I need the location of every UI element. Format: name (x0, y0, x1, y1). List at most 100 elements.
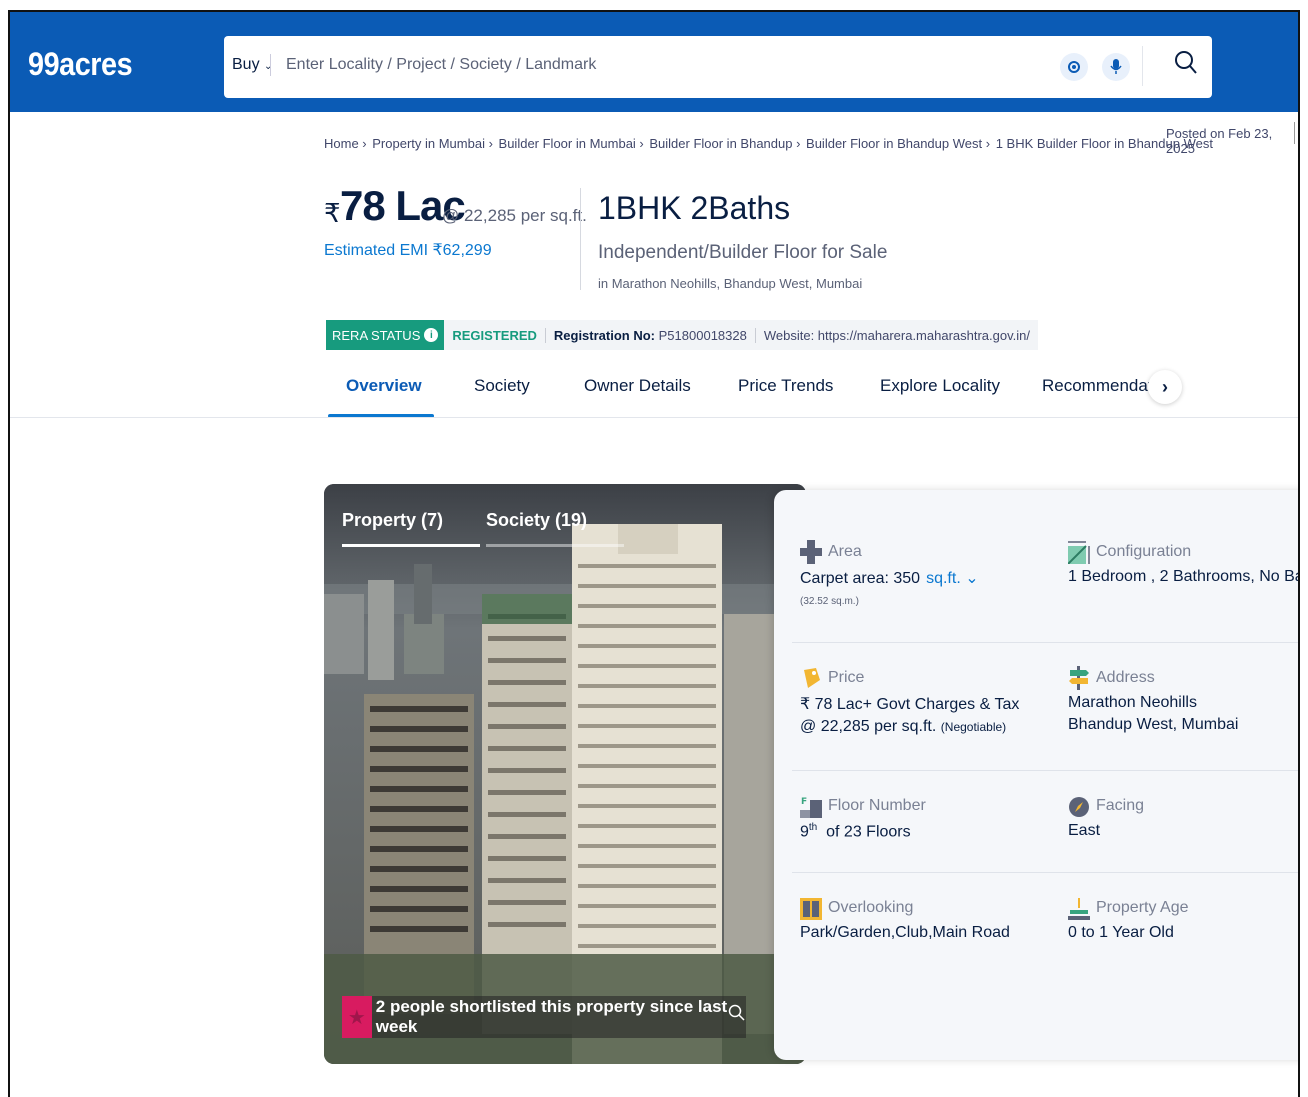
shortlist-banner: ★ 2 people shortlisted this property sin… (342, 996, 746, 1038)
divider (792, 872, 1298, 873)
chevron-down-icon: ⌄ (264, 61, 273, 72)
detail-price-per-sqft: @ 22,285 per sq.ft. (800, 718, 937, 735)
rera-bar: RERA STATUS i REGISTERED Registration No… (326, 320, 1038, 350)
currency-symbol: ₹ (324, 198, 341, 228)
detail-configuration-label: Configuration (1096, 543, 1192, 560)
detail-price-value: ₹ 78 Lac+ Govt Charges & Tax (800, 696, 1020, 713)
detail-configuration: Configuration 1 Bedroom , 2 Bathrooms, N… (1068, 540, 1298, 586)
detail-facing-value: East (1068, 822, 1101, 839)
star-icon: ★ (342, 996, 372, 1038)
breadcrumb-item[interactable]: Property in Mumbai › (372, 136, 493, 151)
breadcrumb-item[interactable]: Builder Floor in Bhandup › (649, 136, 800, 151)
detail-overlooking: Overlooking Park/Garden,Club,Main Road (800, 896, 1010, 942)
detail-facing: Facing East (1068, 794, 1144, 840)
posted-date: Posted on Feb 23, 2025 (1166, 126, 1273, 156)
divider (1294, 122, 1295, 144)
listing-location: in Marathon Neohills, Bhandup West, Mumb… (598, 276, 863, 291)
detail-overlooking-value: Park/Garden,Club,Main Road (800, 924, 1010, 941)
floor-icon: F (800, 797, 822, 818)
detail-price: Price ₹ 78 Lac+ Govt Charges & Tax @ 22,… (800, 666, 1019, 736)
detail-address-line1: Marathon Neohills (1068, 694, 1197, 711)
search-icon[interactable] (1174, 50, 1198, 81)
tab-overview[interactable]: Overview (346, 376, 422, 396)
detail-address-label: Address (1096, 669, 1155, 686)
price-per-sqft: @ 22,285 per sq.ft. (442, 206, 587, 225)
detail-configuration-value: 1 Bedroom , 2 Bathrooms, No Balcony (1068, 568, 1298, 585)
browser-viewport: 99acres Buy ⌄ Enter Locality / Project /… (8, 10, 1300, 1097)
detail-floor-label: Floor Number (828, 797, 926, 814)
breadcrumb-item[interactable]: Builder Floor in Bhandup West › (806, 136, 990, 151)
rera-website[interactable]: Website: https://maharera.maharashtra.go… (754, 327, 1038, 343)
buy-label: Buy (232, 56, 260, 73)
detail-property-age: Property Age 0 to 1 Year Old (1068, 896, 1189, 942)
divider (1142, 46, 1143, 86)
detail-floor-number: 9 (800, 823, 809, 841)
chevron-right-icon[interactable]: › (1148, 370, 1182, 404)
shortlist-text: 2 people shortlisted this property since… (375, 997, 728, 1036)
signpost-icon (1069, 666, 1089, 690)
registration-value: P51800018328 (658, 327, 747, 343)
tab-explore-locality[interactable]: Explore Locality (880, 376, 1000, 396)
window-icon (800, 898, 822, 920)
property-age-icon (1068, 898, 1090, 920)
detail-floor-suffix: th (808, 822, 818, 833)
search-input[interactable]: Enter Locality / Project / Society / Lan… (286, 56, 596, 74)
divider (792, 770, 1298, 771)
detail-facing-label: Facing (1096, 797, 1145, 814)
listing-config: 1BHK 2Baths (598, 190, 791, 226)
tab-society[interactable]: Society (474, 376, 530, 396)
site-header: 99acres Buy ⌄ Enter Locality / Project /… (10, 12, 1298, 112)
chevron-down-icon: ⌄ (965, 570, 979, 587)
configuration-icon (1068, 541, 1090, 564)
divider (792, 642, 1298, 643)
detail-property-age-value: 0 to 1 Year Old (1068, 924, 1174, 941)
breadcrumb: Home › Property in Mumbai › Builder Floo… (324, 136, 1215, 151)
search-bar: Buy ⌄ Enter Locality / Project / Society… (224, 36, 1212, 98)
detail-address: Address Marathon Neohills Bhandup West, … (1068, 666, 1238, 734)
detail-property-age-label: Property Age (1096, 899, 1189, 916)
detail-area-sub: (32.52 sq.m.) (800, 596, 859, 607)
svg-text:F: F (801, 797, 807, 807)
registration-label: Registration No: (553, 327, 656, 343)
divider (580, 188, 581, 290)
emi-link[interactable]: Estimated EMI ₹62,299 (324, 240, 492, 260)
listing-type: Independent/Builder Floor for Sale (598, 242, 888, 263)
detail-address-line2: Bhandup West, Mumbai (1068, 716, 1239, 733)
section-tabs: Overview Society Owner Details Price Tre… (326, 370, 1186, 420)
detail-overlooking-label: Overlooking (828, 899, 914, 916)
property-details-card: Area Carpet area: 350 sq.ft. ⌄ (32.52 sq.… (774, 490, 1298, 1060)
rera-registration: Registration No: P51800018328 (544, 327, 755, 343)
microphone-icon[interactable] (1102, 53, 1130, 81)
negotiable-note: (Negotiable) (940, 720, 1007, 734)
tab-gallery-property[interactable]: Property (7) (342, 510, 443, 531)
locate-me-icon[interactable] (1060, 53, 1088, 81)
buy-dropdown[interactable]: Buy ⌄ (232, 56, 272, 74)
area-unit-label: sq.ft. (926, 570, 961, 587)
property-photo (324, 484, 806, 1064)
zoom-icon[interactable] (728, 1004, 746, 1027)
detail-floor-total: of 23 Floors (826, 823, 911, 841)
rera-status-value: REGISTERED (452, 327, 537, 343)
active-gallery-tab-indicator (342, 544, 480, 547)
tab-recommendations[interactable]: Recommendatic (1042, 376, 1165, 396)
breadcrumb-item[interactable]: Home › (324, 136, 367, 151)
detail-area: Area Carpet area: 350 sq.ft. ⌄ (32.52 sq.… (800, 540, 979, 607)
info-icon[interactable]: i (424, 328, 439, 342)
price-tag-icon (804, 668, 820, 688)
site-logo[interactable]: 99acres (28, 46, 133, 83)
rera-status-badge: RERA STATUS i (326, 320, 445, 350)
detail-area-label: Area (828, 543, 862, 560)
property-photo-gallery[interactable]: Property (7) Society (19) ★ 2 people sho… (324, 484, 806, 1064)
compass-icon (1069, 797, 1089, 817)
divider (270, 54, 271, 76)
tab-owner-details[interactable]: Owner Details (584, 376, 691, 396)
tab-price-trends[interactable]: Price Trends (738, 376, 833, 396)
detail-floor: F Floor Number 9th of 23 Floors (800, 794, 926, 841)
area-icon (800, 540, 822, 564)
area-unit-dropdown[interactable]: sq.ft. ⌄ (926, 570, 979, 587)
detail-area-value: Carpet area: 350 (800, 570, 921, 587)
tab-gallery-society[interactable]: Society (19) (486, 510, 587, 531)
breadcrumb-item[interactable]: Builder Floor in Mumbai › (499, 136, 644, 151)
divider (10, 417, 1298, 418)
rera-status-label: RERA STATUS (332, 327, 421, 343)
